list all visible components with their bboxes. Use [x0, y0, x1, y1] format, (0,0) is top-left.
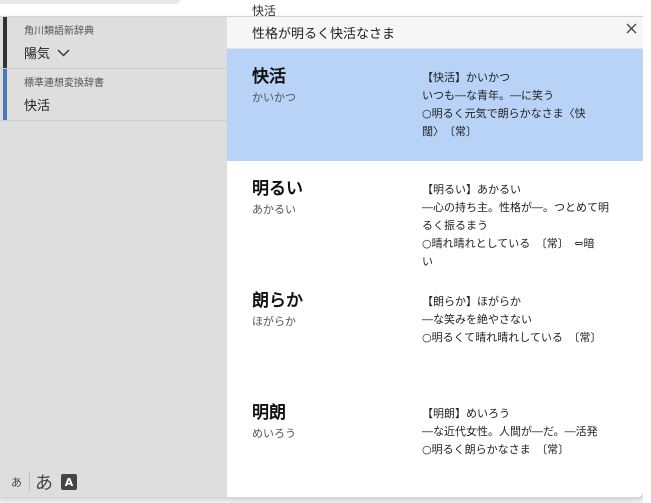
definition-line: ○明るくて晴れ晴れしている 〔常〕 [422, 331, 602, 344]
definition-line: ○明るく元気で朗らかなさま〈快 [422, 107, 586, 120]
sidebar-word: 陽気 [24, 47, 51, 62]
sidebar-item-indicator [3, 17, 7, 68]
candidate-reading: めいろう [252, 427, 296, 440]
definition-line: い [422, 255, 433, 268]
definition-line: ○明るく朗らかなさま 〔常〕 [422, 443, 570, 456]
large-kana-button[interactable]: あ [35, 469, 53, 495]
candidate-reading: あかるい [252, 203, 296, 216]
candidate-reading: ほがらか [252, 315, 296, 328]
panel-header: 性格が明るく快活なさま [227, 17, 643, 49]
candidate-definition: 【明るい】あかるい ―心の持ち主。性格が―。つとめて明 るく振るまう ○晴れ晴れ… [422, 181, 627, 271]
conversion-candidate-panel: 角川類語新辞典 陽気 標準連想変換辞書 快活 あ あ A 性格が明るく快活なさま… [0, 16, 644, 498]
sidebar-word: 快活 [24, 99, 51, 114]
candidate-word: 明朗 [252, 403, 286, 423]
candidate-definition: 【明朗】めいろう ―な近代女性。人間が―だ。―活発 ○明るく朗らかなさま 〔常〕 [422, 405, 627, 459]
dictionary-icon[interactable]: A [61, 474, 77, 490]
candidate-word: 朗らか [252, 291, 303, 311]
panel-title: 性格が明るく快活なさま [252, 27, 396, 42]
input-mode-footer: あ あ A [0, 467, 227, 497]
candidate-word: 明るい [252, 179, 303, 199]
definition-line: ―心の持ち主。性格が―。つとめて明 [422, 201, 609, 214]
definition-line: 【明朗】めいろう [422, 407, 510, 420]
definition-line: るく振るまう [422, 219, 488, 232]
sidebar-item-kadokawa[interactable]: 角川類語新辞典 陽気 [0, 17, 227, 69]
background-edge [643, 16, 651, 503]
background-element [0, 0, 180, 4]
candidate-definition: 【快活】かいかつ いつも―な青年。―に笑う ○明るく元気で朗らかなさま〈快 闊〉… [422, 69, 627, 141]
close-icon [626, 23, 636, 33]
sidebar-item-indicator [3, 69, 7, 120]
definition-line: ○晴れ晴れとしている 〔常〕 ⇔暗 [422, 237, 595, 250]
definition-line: 【朗らか】ほがらか [422, 295, 521, 308]
sidebar-dict-name: 標準連想変換辞書 [24, 78, 104, 89]
candidate-entry[interactable]: 明朗 めいろう 【明朗】めいろう ―な近代女性。人間が―だ。―活発 ○明るく朗ら… [227, 385, 643, 497]
candidate-entry[interactable]: 快活 かいかつ 【快活】かいかつ いつも―な青年。―に笑う ○明るく元気で朗らか… [227, 49, 643, 161]
definition-line: ―な笑みを絶やさない [422, 313, 532, 326]
candidate-reading: かいかつ [252, 91, 296, 104]
definition-line: 【明るい】あかるい [422, 183, 521, 196]
dictionary-sidebar: 角川類語新辞典 陽気 標準連想変換辞書 快活 あ あ A [0, 17, 227, 497]
close-button[interactable] [623, 20, 639, 36]
definition-line: ―な近代女性。人間が―だ。―活発 [422, 425, 598, 438]
definition-line: 闊〉 〔常〕 [422, 125, 477, 138]
definition-line: いつも―な青年。―に笑う [422, 89, 554, 102]
candidate-definition: 【朗らか】ほがらか ―な笑みを絶やさない ○明るくて晴れ晴れしている 〔常〕 [422, 293, 627, 347]
definition-line: 【快活】かいかつ [422, 71, 510, 84]
footer-divider [29, 473, 30, 491]
sidebar-dict-name: 角川類語新辞典 [24, 26, 94, 37]
candidate-list-area: 性格が明るく快活なさま 快活 かいかつ 【快活】かいかつ いつも―な青年。―に笑… [227, 17, 643, 497]
dictionary-icon-letter: A [64, 475, 74, 489]
chevron-down-icon[interactable] [57, 49, 70, 57]
sidebar-item-standard-association[interactable]: 標準連想変換辞書 快活 [0, 69, 227, 121]
candidate-entry[interactable]: 明るい あかるい 【明るい】あかるい ―心の持ち主。性格が―。つとめて明 るく振… [227, 161, 643, 273]
candidate-word: 快活 [252, 67, 286, 87]
small-kana-button[interactable]: あ [11, 474, 22, 490]
candidate-entry[interactable]: 朗らか ほがらか 【朗らか】ほがらか ―な笑みを絶やさない ○明るくて晴れ晴れし… [227, 273, 643, 385]
